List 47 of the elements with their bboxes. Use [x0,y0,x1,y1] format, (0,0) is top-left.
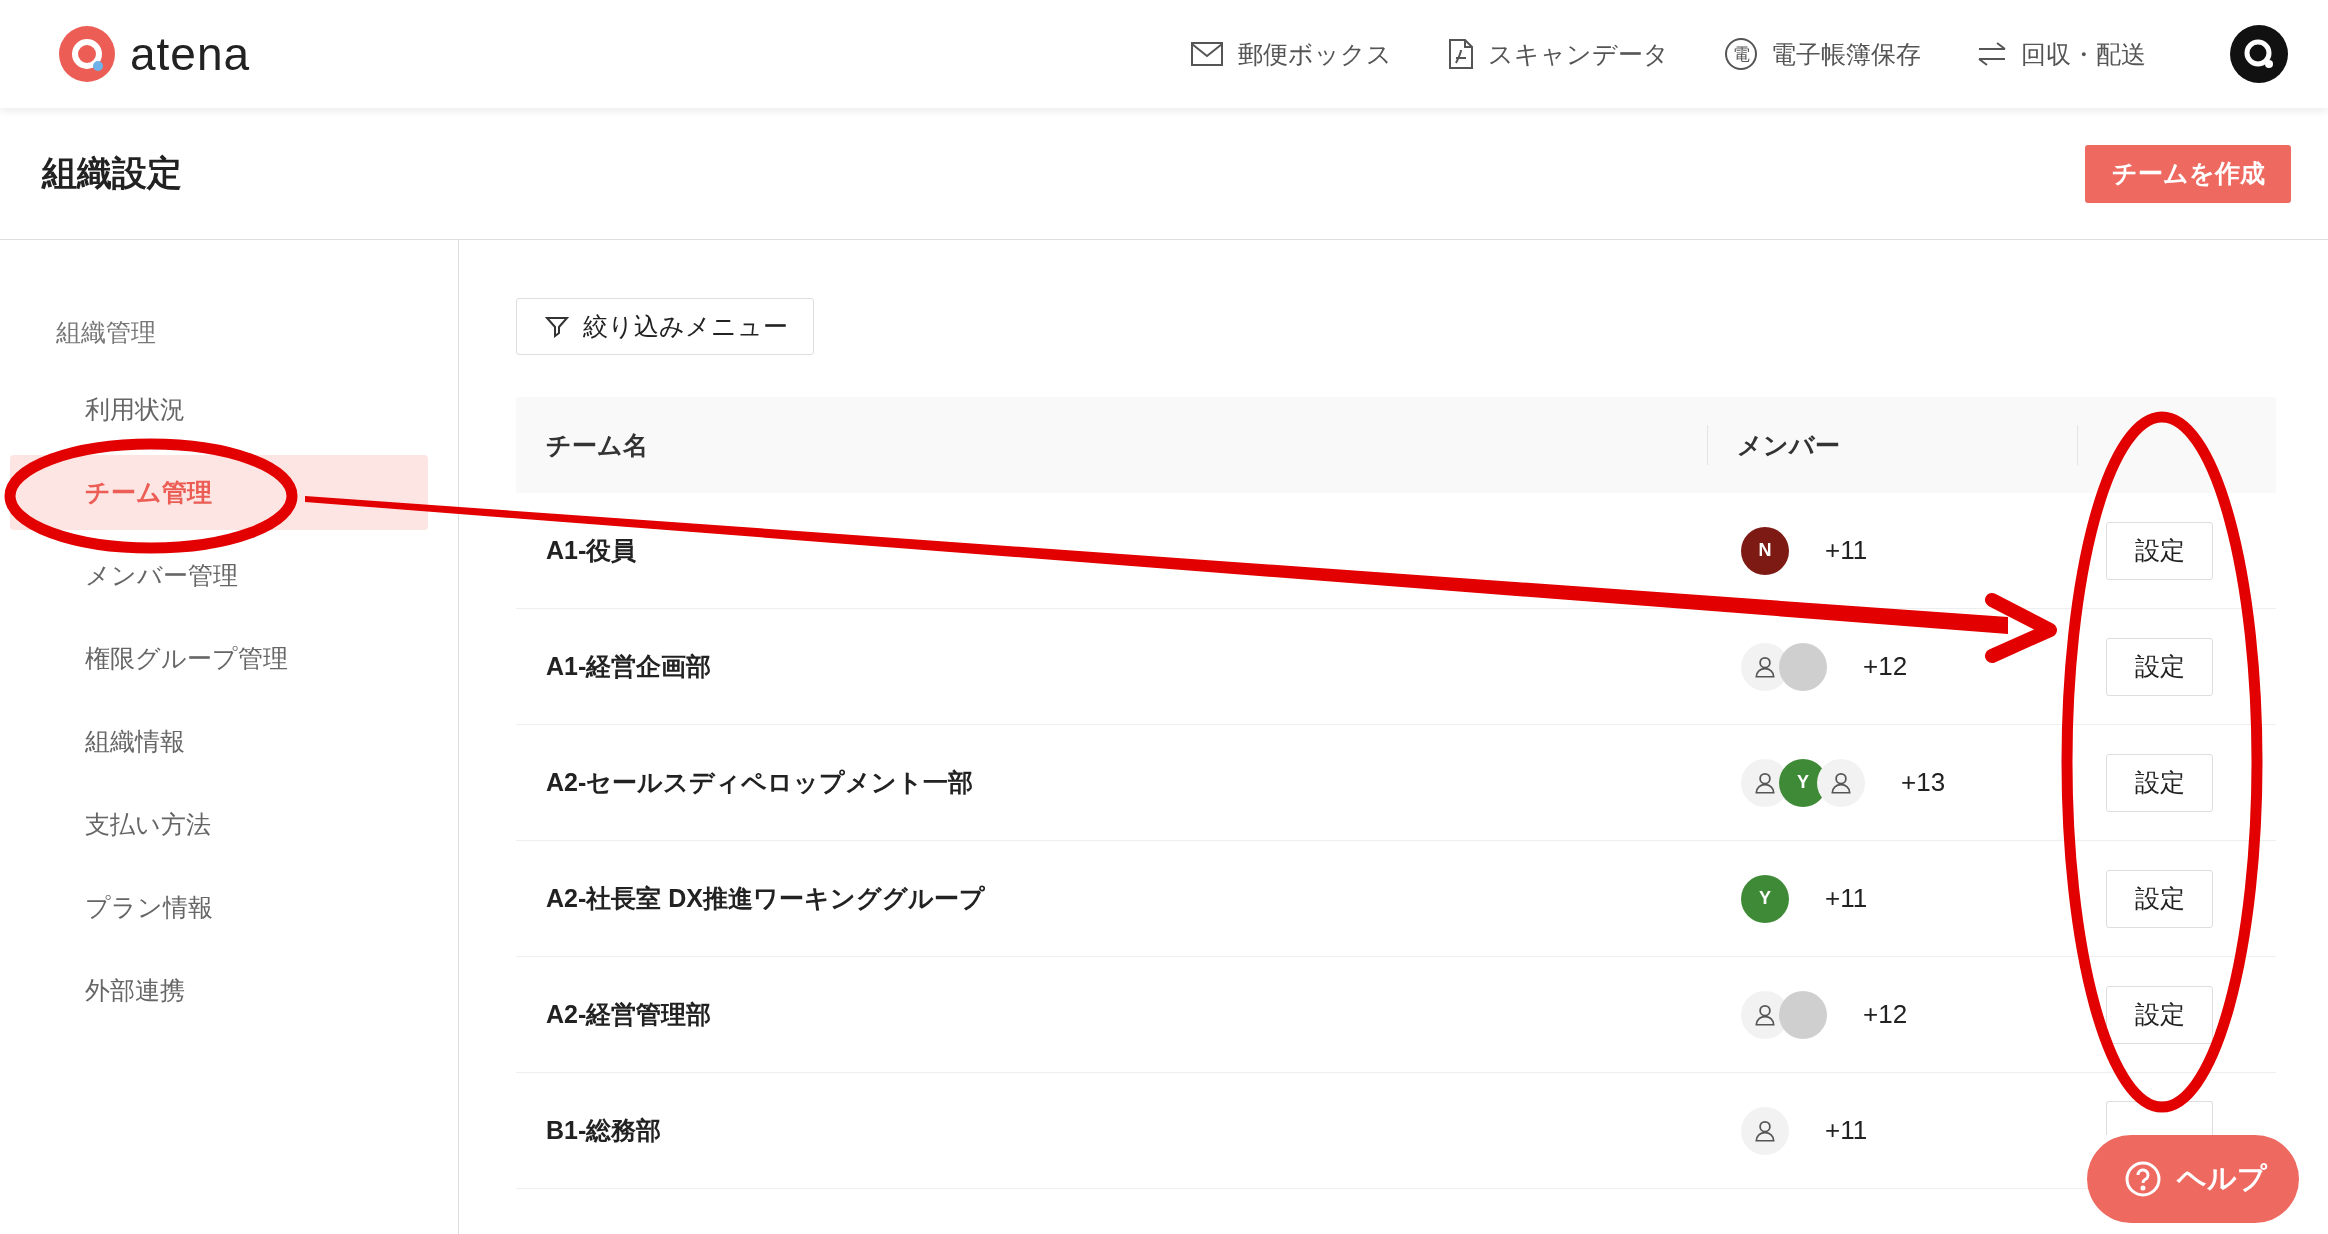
person-avatar [1741,1106,1789,1155]
settings-button[interactable]: 設定 [2106,637,2213,696]
team-name: A1-経営企画部 [516,609,1707,725]
blank-avatar [1779,990,1827,1039]
member-count: +11 [1825,883,1868,914]
ledger-icon: 電 [1725,38,1757,70]
member-count: +12 [1863,651,1908,682]
section-heading: 組織管理 [55,317,157,348]
member-avatar: N [1741,526,1789,575]
member-count: +11 [1825,1115,1868,1146]
help-icon [2125,1161,2161,1197]
nav-link[interactable]: 郵便ボックス [1190,37,1392,71]
member-count: +13 [1901,767,1946,798]
member-count: +12 [1863,999,1908,1030]
settings-button[interactable]: 設定 [2106,753,2213,812]
sidebar-item[interactable]: メンバー管理 [10,538,428,613]
nav-link[interactable]: スキャンデータ [1448,37,1669,71]
settings-button[interactable]: 設定 [2106,869,2213,928]
team-name: A2-セールスディペロップメント一部 [516,725,1707,841]
column-header: チーム名 [516,397,1707,493]
account-avatar[interactable] [2230,25,2288,83]
sidebar-item[interactable]: 支払い方法 [10,787,428,862]
sidebar-item[interactable]: 外部連携 [10,953,428,1028]
settings-button[interactable]: 設定 [2106,985,2213,1044]
blank-avatar [1779,642,1827,691]
team-name: A2-経営管理部 [516,957,1707,1073]
team-name: B1-総務部 [516,1073,1707,1189]
logo-text: atena [130,27,251,81]
logo-icon [58,25,116,83]
member-count: +11 [1825,535,1868,566]
sidebar-item[interactable]: 組織情報 [10,704,428,779]
swap-icon [1977,41,2007,67]
team-name: A2-社長室 DX推進ワーキンググループ [516,841,1707,957]
filter-menu-button[interactable]: 絞り込みメニュー [516,298,814,355]
sidebar-item[interactable]: プラン情報 [10,870,428,945]
person-avatar [1817,758,1865,807]
column-header: メンバー [1707,397,2077,493]
page-title: 組織設定 [42,152,182,194]
sidebar-item[interactable]: 利用状況 [10,372,428,447]
document-icon [1448,38,1474,70]
filter-icon [545,314,569,339]
member-avatar: Y [1741,874,1789,923]
settings-button[interactable]: 設定 [2106,521,2213,580]
nav-link[interactable]: 電 電子帳簿保存 [1725,37,1921,71]
sidebar-item[interactable]: 権限グループ管理 [10,621,428,696]
mail-icon [1190,41,1224,67]
nav-link[interactable]: 回収・配送 [1977,37,2146,71]
